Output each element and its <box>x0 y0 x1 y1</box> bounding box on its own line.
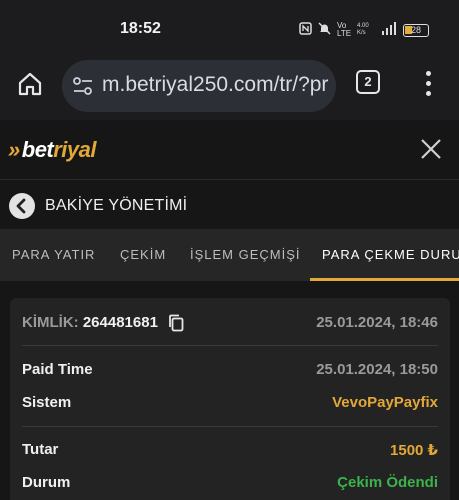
close-icon <box>421 139 441 159</box>
active-tab-indicator <box>310 278 459 281</box>
home-button[interactable] <box>16 70 44 98</box>
browser-menu-button[interactable] <box>420 70 436 98</box>
page-title: BAKİYE YÖNETİMİ <box>45 197 188 214</box>
section-header: BAKİYE YÖNETİMİ <box>0 181 459 229</box>
network-speed: 4.00 K/s <box>357 23 369 36</box>
system-value: VevoPayPayfix <box>332 394 438 411</box>
volte-indicator: Vo LTE <box>337 21 352 38</box>
amount-value: 1500 ₺ <box>390 442 438 459</box>
chevron-left-icon <box>16 198 26 214</box>
logo-text-riyal: riyal <box>53 137 97 162</box>
back-button[interactable] <box>9 193 35 219</box>
copy-button[interactable] <box>168 314 184 336</box>
paid-time-label: Paid Time <box>22 361 93 378</box>
tab-cekim[interactable]: ÇEKİM <box>120 247 166 262</box>
amount-label: Tutar <box>22 441 59 458</box>
system-label: Sistem <box>22 394 72 411</box>
logo-text-bet: bet <box>21 137 54 162</box>
status-time: 18:52 <box>120 20 161 37</box>
close-button[interactable] <box>418 136 444 167</box>
paid-time-value: 25.01.2024, 18:50 <box>316 361 438 378</box>
logo-chevron: » <box>8 137 20 162</box>
created-date: 25.01.2024, 18:46 <box>316 314 438 331</box>
menu-dot-icon <box>425 71 431 76</box>
battery-level: 28 <box>410 24 421 35</box>
browser-toolbar: m.betriyal250.com/tr/?pr 2 <box>0 56 459 120</box>
nfc-icon <box>299 22 312 38</box>
home-icon <box>18 72 42 96</box>
divider <box>22 345 438 346</box>
id-label: KİMLİK: <box>22 314 79 331</box>
tab-islem-gecmisi[interactable]: İŞLEM GEÇMİŞİ <box>190 247 301 262</box>
id-value: 264481681 <box>82 314 158 331</box>
tab-switcher-button[interactable]: 2 <box>356 70 380 94</box>
mute-icon <box>318 22 331 38</box>
site-settings-icon[interactable] <box>72 76 94 96</box>
tab-strip: PARA YATIR ÇEKİM İŞLEM GEÇMİŞİ PARA ÇEKM… <box>0 229 459 281</box>
url-bar[interactable]: m.betriyal250.com/tr/?pr <box>62 60 336 112</box>
status-label: Durum <box>22 474 71 491</box>
battery-icon: 28 <box>403 23 429 37</box>
signal-icon <box>381 22 397 38</box>
tab-para-cekme-durumu[interactable]: PARA ÇEKME DURUMU <box>322 247 459 262</box>
tab-para-yatir[interactable]: PARA YATIR <box>12 247 95 262</box>
status-icons: Vo LTE 4.00 K/s 28 <box>299 22 429 38</box>
site-header: »betriyal <box>0 120 459 180</box>
status-bar: 18:52 Vo LTE 4.00 K/s 28 <box>0 0 459 56</box>
url-text[interactable]: m.betriyal250.com/tr/?pr <box>102 73 328 97</box>
status-badge: Çekim Ödendi <box>337 474 438 491</box>
divider <box>22 426 438 427</box>
betriyal-logo[interactable]: »betriyal <box>8 137 97 163</box>
withdrawal-card: KİMLİK: 264481681 25.01.2024, 18:46 Paid… <box>10 298 450 500</box>
copy-icon <box>169 314 184 332</box>
